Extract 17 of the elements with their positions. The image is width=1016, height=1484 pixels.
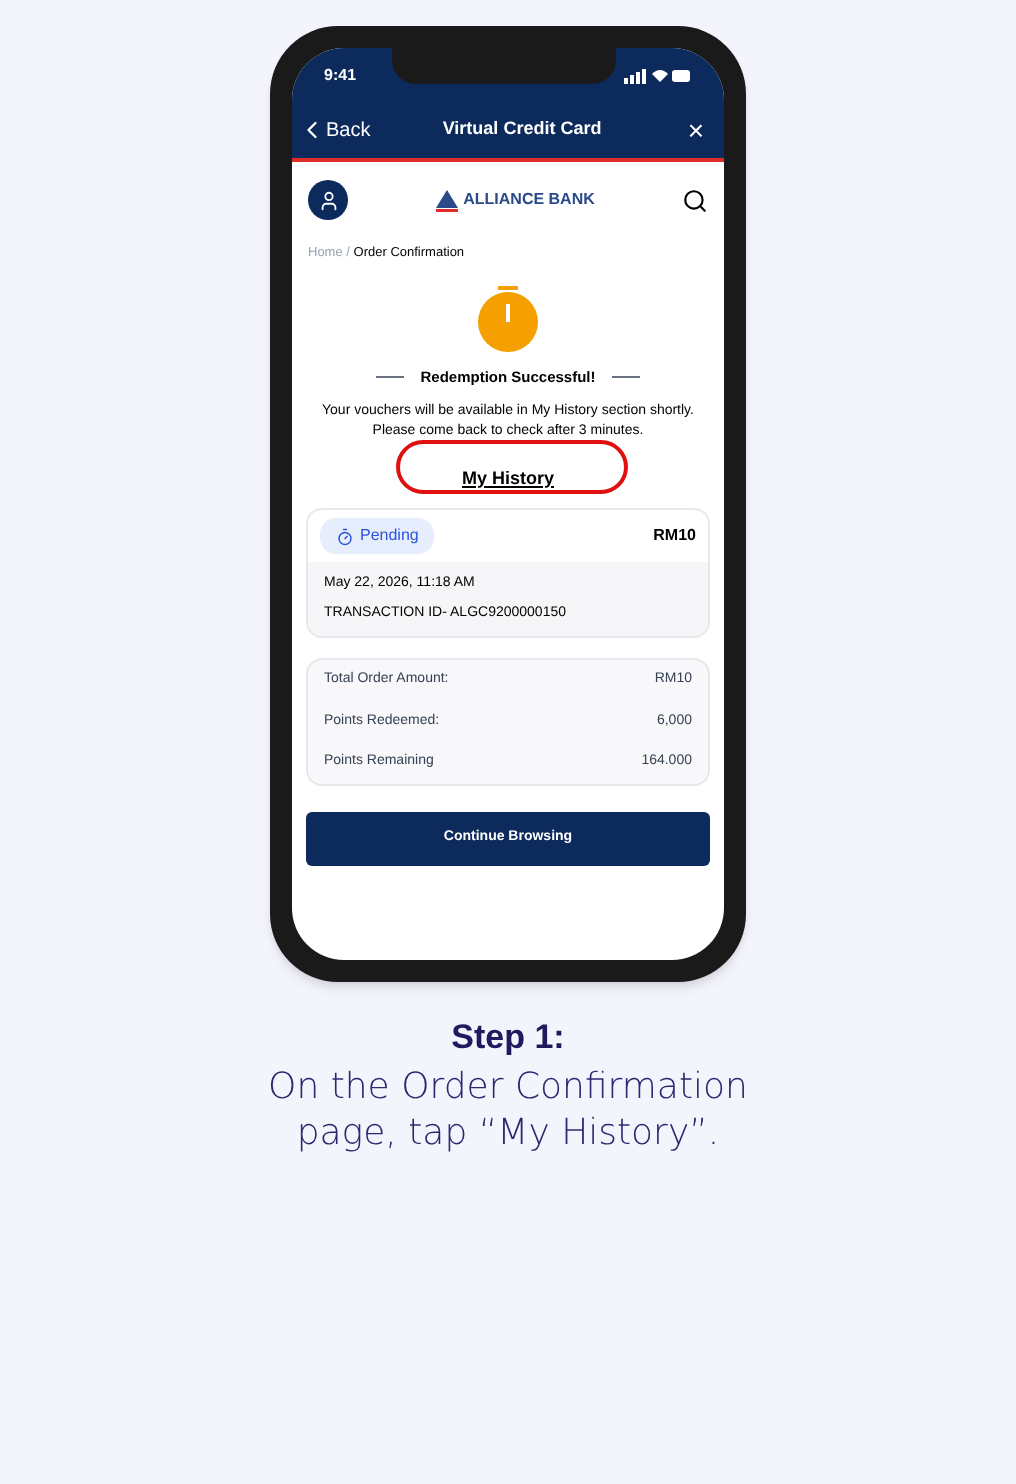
status-icons [624,67,692,83]
step-description: On the Order Confirmation page, tap “My History”. [266,1063,750,1155]
pending-status-badge: Pending [320,518,435,554]
header-title: Virtual Credit Card [442,116,602,143]
my-history-link[interactable]: My History [461,466,554,493]
user-icon [317,189,339,211]
search-icon[interactable] [682,187,708,213]
close-button[interactable]: × [673,109,718,151]
bank-logo: ALLIANCE BANK [435,188,595,212]
back-button[interactable]: Back [298,115,371,145]
stopwatch-icon [478,285,538,352]
logo-icon [435,189,458,211]
order-amount: RM10 [653,524,696,548]
step-title: Step 1: [451,1016,565,1060]
profile-avatar[interactable] [308,180,348,220]
status-time: 9:41 [324,63,357,87]
timer-icon [336,527,354,545]
